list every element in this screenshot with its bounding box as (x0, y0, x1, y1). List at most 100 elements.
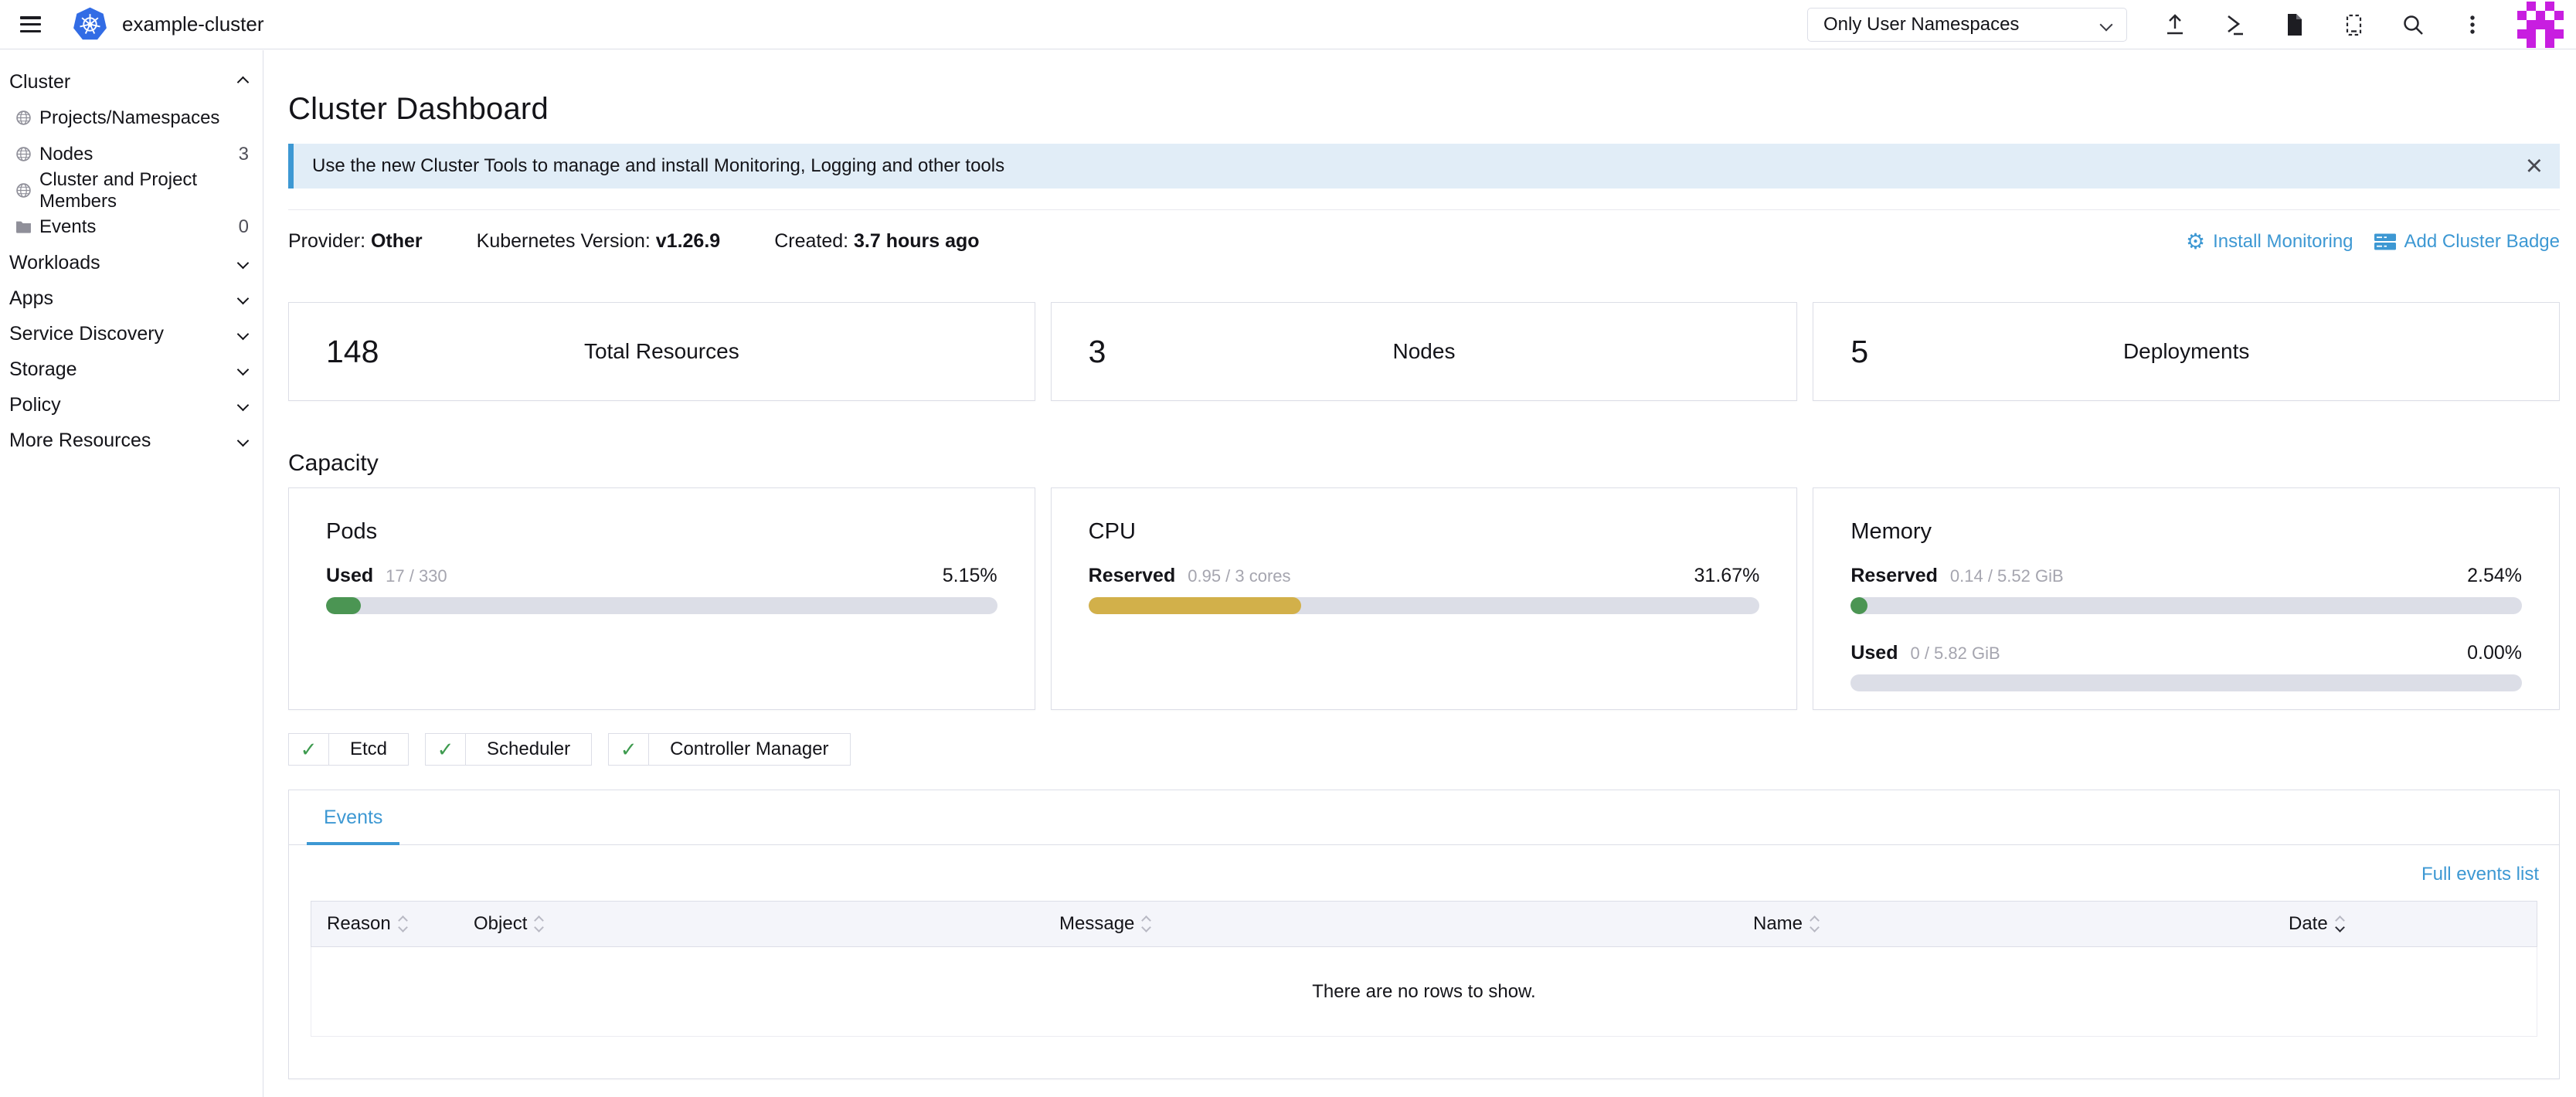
sidebar-group-storage[interactable]: Storage (0, 352, 263, 387)
full-events-list-link[interactable]: Full events list (2421, 864, 2539, 885)
cluster-tools-banner: Use the new Cluster Tools to manage and … (288, 144, 2560, 188)
sidebar-item-events[interactable]: Events 0 (0, 209, 263, 245)
search-icon[interactable] (2401, 12, 2425, 37)
count-value: 148 (326, 334, 379, 370)
install-monitoring-link[interactable]: ⚙ Install Monitoring (2186, 231, 2353, 253)
provider-info: Provider: Other (288, 230, 423, 253)
count-label: Deployments (1813, 339, 2559, 364)
import-yaml-icon[interactable] (2163, 12, 2187, 37)
sidebar-item-cluster-and-project-members[interactable]: Cluster and Project Members (0, 172, 263, 209)
sidebar-group-policy[interactable]: Policy (0, 387, 263, 423)
kubernetes-version-info: Kubernetes Version: v1.26.9 (477, 230, 721, 253)
card-title: CPU (1089, 519, 1760, 545)
col-header-name[interactable]: Name (1738, 913, 2273, 935)
cpu-reserved-row: Reserved 0.95 / 3 cores 31.67% (1089, 565, 1760, 587)
page-title: Cluster Dashboard (288, 92, 2560, 127)
cluster-name: example-cluster (122, 12, 264, 36)
sidebar-item-nodes[interactable]: Nodes 3 (0, 136, 263, 172)
etcd-status-badge: ✓ Etcd (288, 733, 409, 766)
check-icon: ✓ (289, 734, 329, 765)
tab-events[interactable]: Events (307, 807, 399, 845)
main-content: Cluster Dashboard Use the new Cluster To… (264, 50, 2576, 1097)
banner-text: Use the new Cluster Tools to manage and … (312, 155, 1004, 177)
sort-icon (399, 917, 406, 931)
globe-icon (15, 182, 32, 199)
folder-icon (15, 219, 32, 235)
sidebar-group-apps[interactable]: Apps (0, 280, 263, 316)
deployments-card: Deployments 5 (1813, 302, 2560, 401)
memory-capacity-card: Memory Reserved 0.14 / 5.52 GiB 2.54% Us… (1813, 487, 2560, 710)
count-label: Nodes (1052, 339, 1797, 364)
namespace-filter-value: Only User Namespaces (1823, 14, 2019, 36)
created-info: Created: 3.7 hours ago (774, 230, 979, 253)
close-icon[interactable]: × (2526, 151, 2543, 181)
section-divider (288, 209, 2560, 210)
sort-icon-descending (2336, 917, 2343, 931)
count-label: Total Resources (289, 339, 1035, 364)
sort-icon (1143, 917, 1150, 931)
scheduler-status-badge: ✓ Scheduler (425, 733, 592, 766)
col-header-reason[interactable]: Reason (311, 913, 458, 935)
sidebar-item-projects-namespaces[interactable]: Projects/Namespaces (0, 100, 263, 136)
globe-icon (15, 110, 32, 126)
events-table: Reason Object Message Name (311, 901, 2537, 1037)
events-panel: Events Full events list Reason Object Me… (288, 790, 2560, 1079)
gear-icon: ⚙ (2186, 231, 2205, 253)
col-header-date[interactable]: Date (2273, 913, 2537, 935)
globe-icon (15, 146, 32, 162)
cpu-capacity-card: CPU Reserved 0.95 / 3 cores 31.67% (1051, 487, 1798, 710)
pods-capacity-card: Pods Used 17 / 330 5.15% (288, 487, 1035, 710)
memory-reserved-row: Reserved 0.14 / 5.52 GiB 2.54% (1850, 565, 2522, 587)
download-kubeconfig-icon[interactable] (2282, 12, 2306, 37)
card-title: Pods (326, 519, 997, 545)
sidebar-group-more-resources[interactable]: More Resources (0, 423, 263, 458)
sidebar-group-workloads[interactable]: Workloads (0, 245, 263, 280)
chevron-up-icon (237, 76, 250, 88)
sidebar-group-cluster[interactable]: Cluster (0, 64, 263, 100)
events-count-badge: 0 (239, 216, 249, 238)
memory-used-row: Used 0 / 5.82 GiB 0.00% (1850, 642, 2522, 664)
kubectl-shell-icon[interactable] (2222, 12, 2247, 37)
sort-icon (535, 917, 542, 931)
chevron-down-icon (237, 434, 250, 447)
memory-used-progress-bar (1850, 674, 2522, 691)
kebab-menu-icon[interactable] (2460, 12, 2485, 37)
top-bar: example-cluster Only User Namespaces (0, 0, 2576, 49)
total-resources-card: Total Resources 148 (288, 302, 1035, 401)
col-header-message[interactable]: Message (1044, 913, 1738, 935)
capacity-heading: Capacity (288, 450, 2560, 477)
chevron-down-icon (2100, 18, 2113, 31)
badge-icon (2374, 232, 2397, 252)
sidebar-group-service-discovery[interactable]: Service Discovery (0, 316, 263, 352)
chevron-down-icon (237, 399, 250, 411)
count-value: 3 (1089, 334, 1106, 370)
chevron-down-icon (237, 363, 250, 375)
chevron-down-icon (237, 328, 250, 340)
copy-kubeconfig-icon[interactable] (2341, 12, 2366, 37)
kubernetes-logo (72, 6, 108, 42)
hamburger-menu-icon[interactable] (20, 16, 41, 32)
pods-progress-bar (326, 597, 997, 614)
memory-reserved-progress-bar (1850, 597, 2522, 614)
col-header-object[interactable]: Object (458, 913, 1044, 935)
controller-manager-status-badge: ✓ Controller Manager (608, 733, 850, 766)
resource-counts: Total Resources 148 Nodes 3 Deployments … (288, 302, 2560, 401)
sort-icon (1811, 917, 1818, 931)
events-link-row: Full events list (289, 845, 2559, 885)
events-table-header: Reason Object Message Name (311, 901, 2537, 947)
card-title: Memory (1850, 519, 2522, 545)
events-tab-bar: Events (289, 790, 2559, 845)
chevron-down-icon (237, 292, 250, 304)
topbar-actions (2163, 12, 2485, 37)
glance-actions: ⚙ Install Monitoring Add Cluster Badge (2186, 231, 2560, 253)
events-table-empty-state: There are no rows to show. (311, 947, 2537, 1037)
user-avatar[interactable] (2517, 2, 2564, 48)
nodes-card: Nodes 3 (1051, 302, 1798, 401)
namespace-filter-select[interactable]: Only User Namespaces (1807, 8, 2127, 42)
glance-row: Provider: Other Kubernetes Version: v1.2… (288, 230, 2560, 253)
add-cluster-badge-link[interactable]: Add Cluster Badge (2374, 231, 2560, 253)
component-status-row: ✓ Etcd ✓ Scheduler ✓ Controller Manager (288, 733, 2560, 766)
check-icon: ✓ (426, 734, 466, 765)
cpu-progress-bar (1089, 597, 1760, 614)
pods-used-row: Used 17 / 330 5.15% (326, 565, 997, 587)
